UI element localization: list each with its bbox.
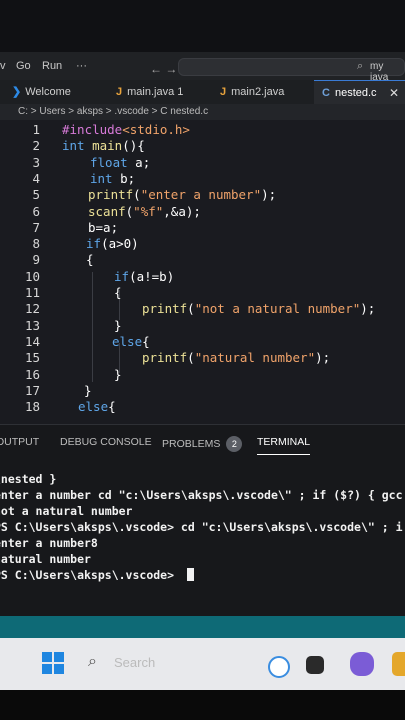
- code-text: if(a!=b): [114, 268, 175, 284]
- line-number: 14: [24, 333, 40, 349]
- taskbar-search-icon[interactable]: ⌕: [88, 653, 97, 671]
- menu-view[interactable]: v: [0, 60, 6, 72]
- menu-bar: v Go Run ··· ← → ⌕ my java: [0, 52, 405, 83]
- terminal-line: enter a number cd "c:\Users\aksps\.vscod…: [0, 488, 403, 502]
- line-number: 7: [32, 219, 40, 235]
- vscode-icon: ❯: [12, 86, 22, 98]
- code-text: printf("natural number");: [142, 350, 331, 366]
- line-number: 12: [24, 301, 40, 317]
- terminal-line: \nested }: [0, 472, 57, 486]
- line-number: 2: [32, 138, 40, 154]
- line-number: 9: [32, 252, 40, 268]
- code-text: }: [114, 366, 122, 382]
- code-text: if(a>0): [86, 236, 139, 252]
- menu-run[interactable]: Run: [42, 60, 62, 72]
- terminal-line: not a natural number: [0, 504, 133, 518]
- tab-label: main2.java: [231, 86, 285, 98]
- code-text: else{: [78, 399, 116, 415]
- code-text: }: [114, 317, 122, 333]
- terminal-line: PS C:\Users\aksps\.vscode> cd "c:\Users\…: [0, 520, 403, 534]
- java-icon: J: [116, 86, 123, 98]
- problems-count-badge: 2: [226, 436, 243, 452]
- editor-tabs: ❯ Welcome Jmain.java 1 Jmain2.java Cneste…: [0, 80, 405, 104]
- taskbar-app-icon[interactable]: [392, 652, 405, 676]
- line-number: 4: [32, 170, 40, 186]
- close-icon[interactable]: ✕: [389, 81, 399, 105]
- nav-arrows[interactable]: ← →: [150, 62, 177, 76]
- tab-debug-console[interactable]: DEBUG CONSOLE: [60, 436, 152, 448]
- line-number: 17: [24, 382, 40, 398]
- terminal-line: natural number: [0, 552, 91, 566]
- tab-main2-java[interactable]: Jmain2.java: [220, 80, 284, 104]
- breadcrumb[interactable]: C: > Users > aksps > .vscode > C nested.…: [0, 104, 405, 120]
- line-number: 5: [32, 187, 40, 203]
- code-text: int b;: [90, 170, 136, 186]
- line-number: 11: [24, 285, 40, 300]
- search-icon: ⌕: [357, 60, 364, 72]
- terminal-cursor: [186, 568, 194, 581]
- line-number: 13: [24, 317, 40, 333]
- teams-chat-icon[interactable]: [350, 652, 374, 676]
- terminal[interactable]: \nested } enter a number cd "c:\Users\ak…: [0, 456, 405, 616]
- line-number: 10: [24, 268, 40, 284]
- line-number: 1: [32, 122, 40, 137]
- code-text: b=a;: [88, 219, 119, 235]
- code-text: else{: [112, 333, 150, 349]
- line-number: 6: [32, 203, 40, 219]
- windows-start-icon[interactable]: [42, 652, 64, 674]
- code-text: printf("enter a number");: [88, 187, 277, 203]
- tab-label: nested.c: [334, 87, 377, 99]
- taskbar-search-input[interactable]: Search: [114, 655, 155, 670]
- code-text: }: [84, 382, 92, 398]
- code-text: float a;: [90, 154, 151, 170]
- code-text: int main(){: [62, 138, 145, 154]
- code-editor[interactable]: 1 #include<stdio.h> 2 int main(){ 3 float a; 4…: [0, 120, 405, 424]
- terminal-prompt: PS C:\Users\aksps\.vscode>: [0, 568, 181, 582]
- tab-welcome[interactable]: ❯ Welcome: [12, 80, 71, 104]
- status-strip: [0, 616, 405, 638]
- tab-main-java[interactable]: Jmain.java 1: [116, 80, 183, 104]
- tab-label: main.java 1: [127, 86, 184, 98]
- line-number: 16: [24, 366, 40, 382]
- line-number: 8: [32, 236, 40, 252]
- terminal-prompt-line: PS C:\Users\aksps\.vscode>: [0, 568, 194, 582]
- line-number: 18: [24, 399, 40, 415]
- tab-problems[interactable]: PROBLEMS 2: [162, 436, 243, 452]
- command-center-search[interactable]: ⌕ my java: [178, 58, 405, 83]
- code-text: {: [86, 252, 94, 268]
- terminal-line: enter a number8: [0, 536, 98, 550]
- tab-terminal[interactable]: TERMINAL: [257, 436, 311, 455]
- menu-go[interactable]: Go: [16, 60, 31, 72]
- tab-label: Welcome: [25, 86, 71, 98]
- bing-icon[interactable]: [268, 656, 290, 678]
- panel-tabs: OUTPUT DEBUG CONSOLE PROBLEMS 2 TERMINAL: [0, 424, 405, 457]
- line-number: 3: [32, 154, 40, 170]
- screen-bezel-bottom: [0, 690, 405, 720]
- menu-more[interactable]: ···: [76, 60, 87, 72]
- tab-output[interactable]: OUTPUT: [0, 436, 39, 448]
- tab-problems-label: PROBLEMS: [162, 438, 221, 450]
- screen-bezel: [0, 0, 405, 52]
- code-text: scanf("%f",&a);: [88, 203, 201, 219]
- code-text: printf("not a natural number");: [142, 301, 376, 317]
- code-text: {: [114, 285, 122, 300]
- line-number: 15: [24, 350, 40, 366]
- java-icon: J: [220, 86, 227, 98]
- c-icon: C: [322, 87, 330, 99]
- code-text: #include<stdio.h>: [62, 122, 190, 137]
- taskbar-app-icon[interactable]: [306, 656, 324, 674]
- tab-nested-c[interactable]: Cnested.c ✕: [314, 80, 405, 104]
